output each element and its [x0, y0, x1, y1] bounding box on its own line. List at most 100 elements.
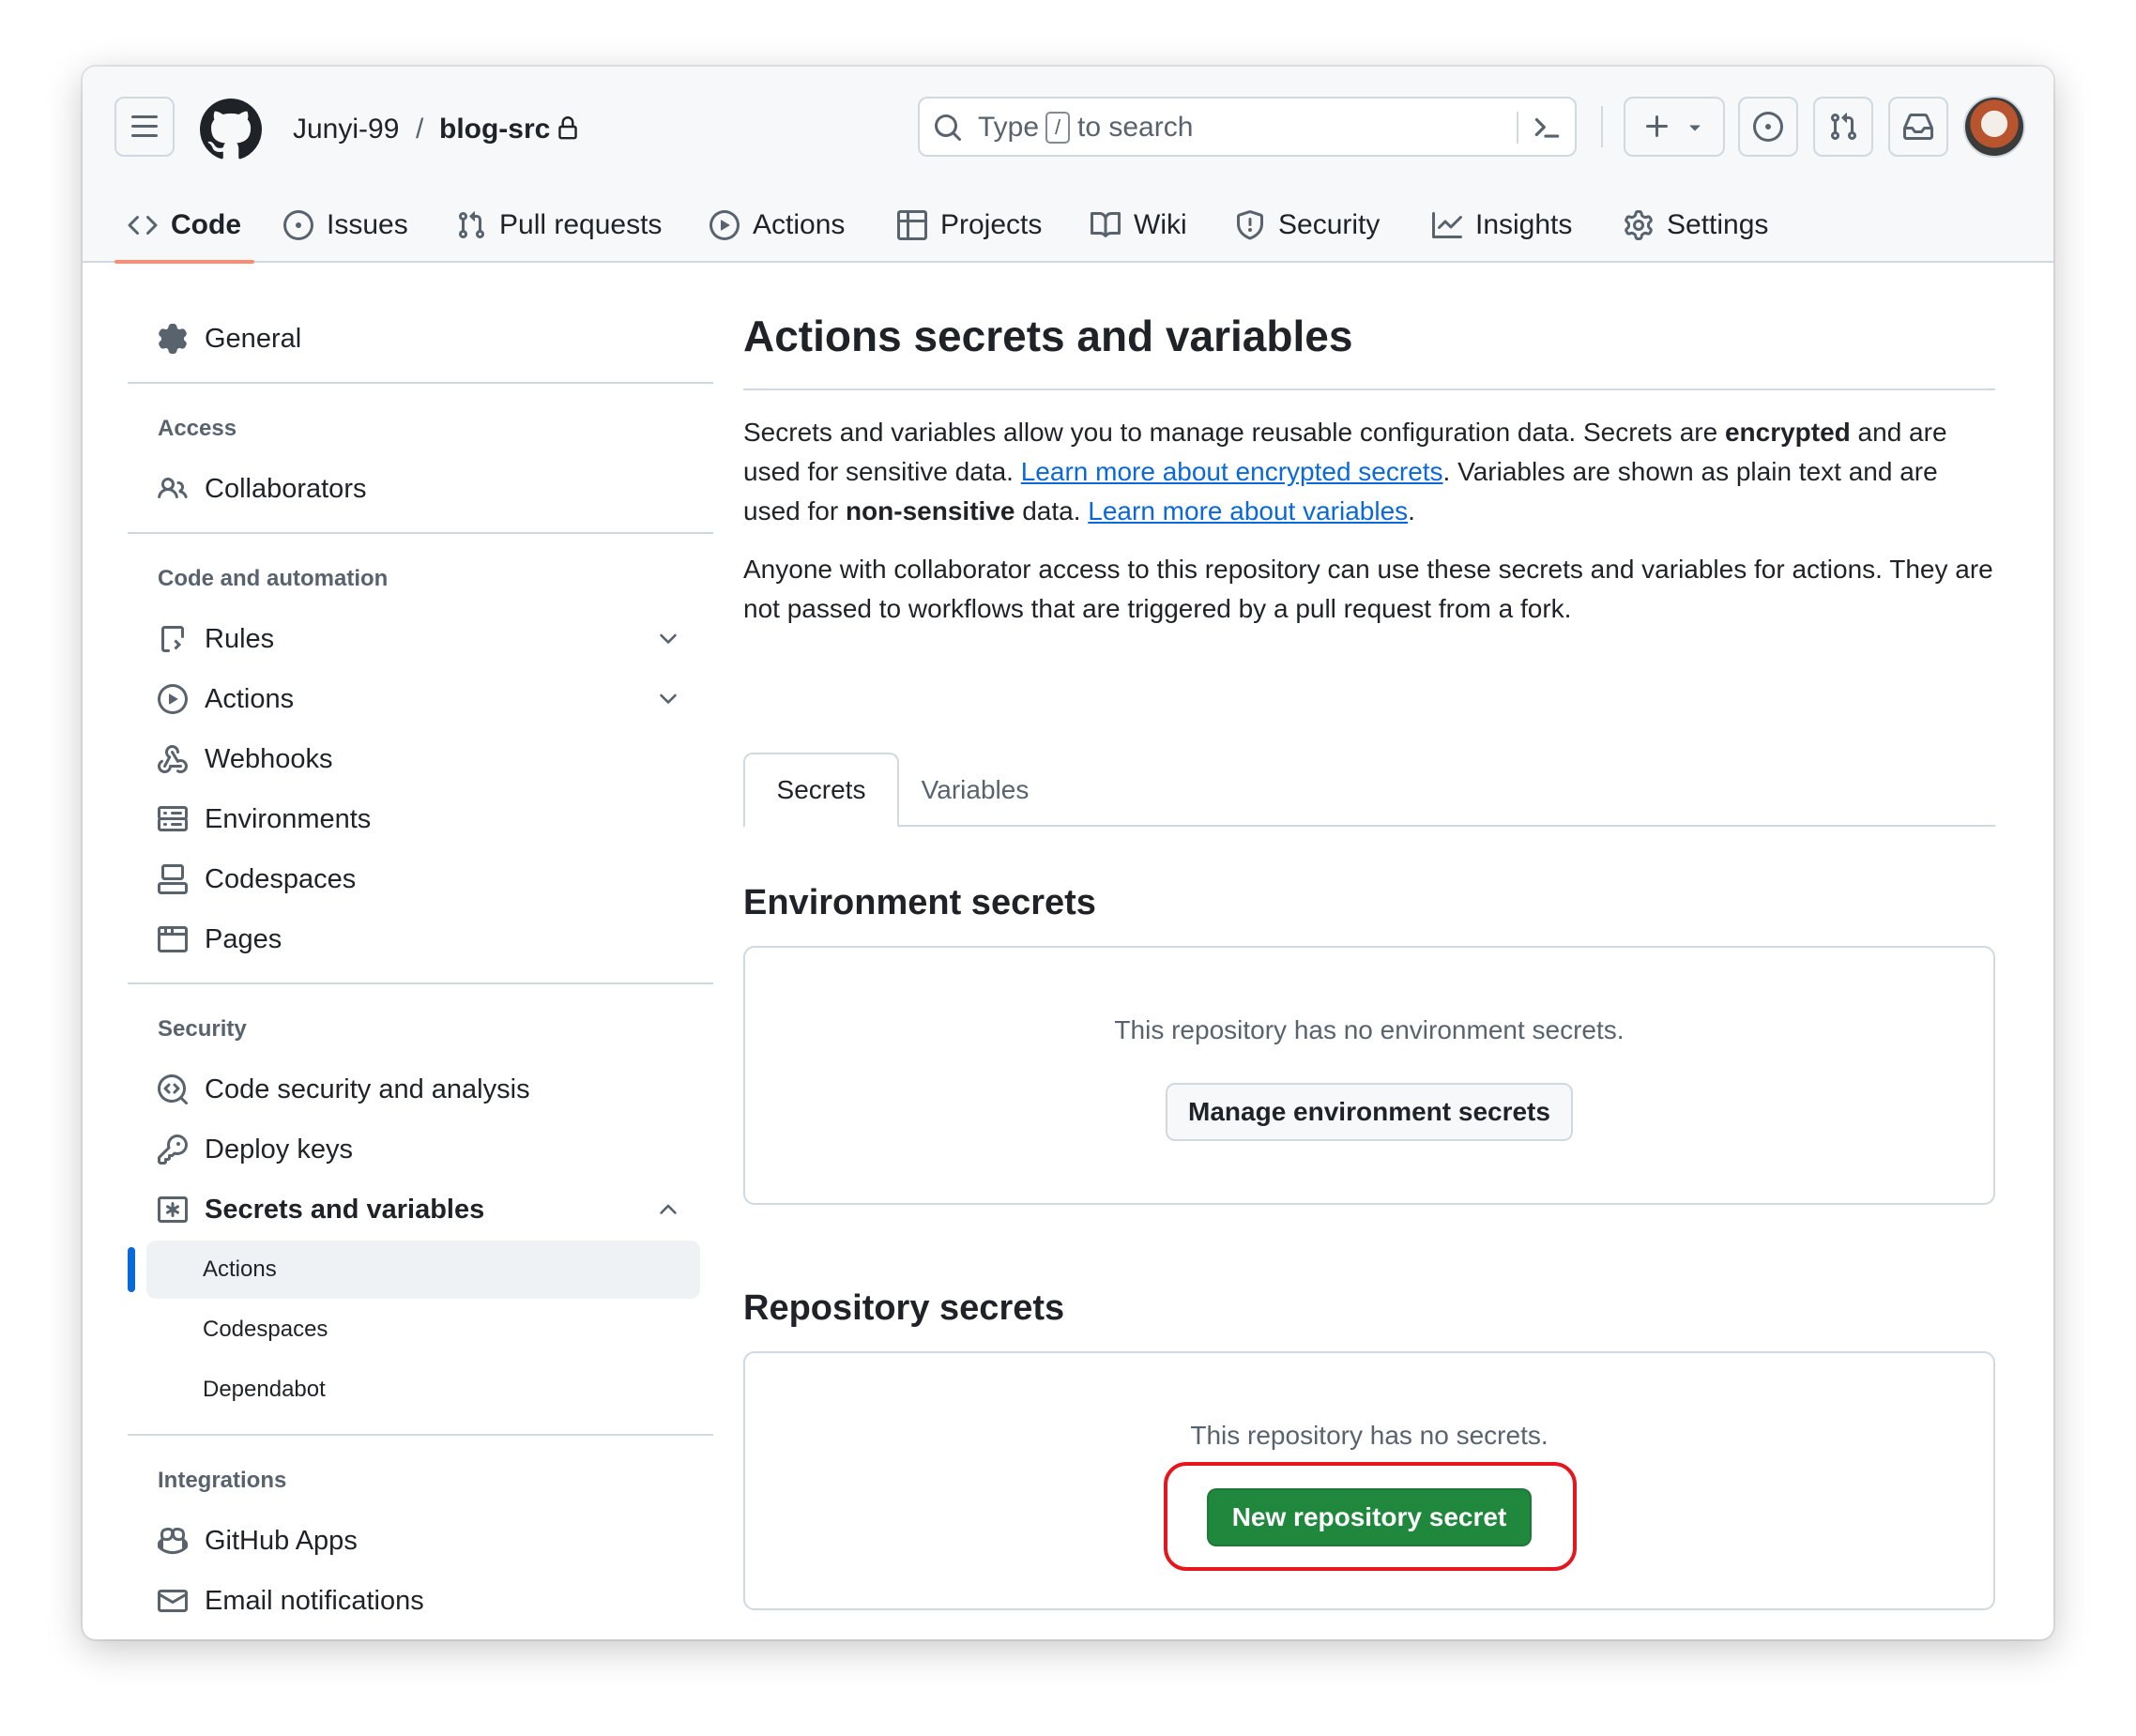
environment-secrets-empty: This repository has no environment secre…: [1114, 1015, 1625, 1044]
menu-button[interactable]: [114, 97, 175, 157]
asterisk-icon: [158, 1196, 188, 1223]
issues-button[interactable]: [1738, 97, 1798, 157]
inbox-icon: [1903, 114, 1933, 140]
user-avatar[interactable]: [1963, 96, 2025, 158]
command-palette-icon[interactable]: [1530, 112, 1564, 144]
server-icon: [158, 806, 188, 831]
sidebar-item-webhooks[interactable]: Webhooks: [158, 734, 333, 784]
learn-encrypted-secrets-link[interactable]: Learn more about encrypted secrets: [1021, 457, 1443, 486]
sidebar-subitem-label: Codespaces: [203, 1317, 328, 1342]
search-shortcut-key: /: [1045, 112, 1070, 144]
highlight-annotation: [1164, 1462, 1577, 1571]
search-divider: [1517, 112, 1518, 144]
manage-environment-secrets-button[interactable]: Manage environment secrets: [1166, 1083, 1573, 1141]
sidebar-item-label: Codespaces: [205, 863, 357, 894]
page-title: Actions secrets and variables: [743, 312, 1353, 360]
repo-name-link[interactable]: blog-src: [439, 109, 550, 150]
repository-secrets-empty: This repository has no secrets.: [1190, 1421, 1549, 1450]
chevron-down-icon[interactable]: [655, 626, 681, 652]
sidebar-heading-access: Access: [158, 416, 237, 441]
browser-window: Junyi-99 / blog-src Type / to search Cod…: [83, 67, 2053, 1639]
codespaces-icon: [158, 864, 188, 894]
sidebar-divider: [128, 382, 713, 384]
sidebar-subitem-dependabot[interactable]: Dependabot: [146, 1361, 700, 1419]
search-input[interactable]: Type / to search: [918, 97, 1577, 157]
sidebar-subitem-actions[interactable]: Actions: [146, 1241, 700, 1299]
sidebar-item-label: Actions: [205, 683, 295, 714]
breadcrumb-separator: /: [416, 114, 424, 145]
intro-text: data.: [1015, 496, 1089, 525]
header-divider: [1601, 106, 1603, 147]
create-new-button[interactable]: [1624, 97, 1725, 157]
tab-wiki[interactable]: Wiki: [1091, 187, 1187, 263]
tab-projects[interactable]: Projects: [897, 187, 1042, 263]
tab-pull-requests[interactable]: Pull requests: [456, 187, 662, 263]
tab-projects-label: Projects: [940, 208, 1043, 240]
search-icon: [935, 114, 962, 142]
sidebar-item-github-apps[interactable]: GitHub Apps: [158, 1515, 358, 1566]
chevron-down-icon[interactable]: [655, 686, 681, 712]
sidebar-item-environments[interactable]: Environments: [158, 794, 371, 845]
gear-icon: [159, 324, 187, 354]
sidebar-divider: [128, 1434, 713, 1436]
tab-code-label: Code: [171, 208, 241, 240]
intro-nonsensitive: non-sensitive: [845, 496, 1015, 525]
git-pull-request-icon: [1830, 113, 1857, 141]
sidebar-divider: [128, 982, 713, 984]
lock-icon: [558, 116, 577, 140]
sidebar-item-email-notifications[interactable]: Email notifications: [158, 1576, 424, 1626]
sidebar-item-secrets-and-variables[interactable]: Secrets and variables: [158, 1184, 484, 1235]
sidebar-item-collaborators[interactable]: Collaborators: [158, 464, 366, 514]
codescan-icon: [158, 1074, 188, 1104]
tab-security[interactable]: Security: [1235, 187, 1380, 263]
pull-requests-button[interactable]: [1813, 97, 1873, 157]
repo-header: Junyi-99 / blog-src Type / to search Cod…: [83, 67, 2053, 264]
sidebar-item-deploy-keys[interactable]: Deploy keys: [158, 1124, 353, 1175]
environment-secrets-heading: Environment secrets: [743, 883, 1096, 922]
sidebar-item-actions[interactable]: Actions: [158, 674, 294, 724]
sidebar-heading-security: Security: [158, 1016, 247, 1042]
repository-secrets-heading: Repository secrets: [743, 1288, 1065, 1328]
repo-owner-link[interactable]: Junyi-99: [293, 109, 399, 150]
tab-actions[interactable]: Actions: [709, 187, 845, 263]
sidebar-heading-code-automation: Code and automation: [158, 566, 389, 591]
sidebar-item-rules[interactable]: Rules: [158, 614, 274, 664]
sidebar-item-pages[interactable]: Pages: [158, 914, 282, 965]
tab-code[interactable]: Code: [114, 187, 254, 264]
sidebar-item-label: General: [205, 323, 302, 354]
plus-icon: [1646, 115, 1668, 137]
sidebar-item-codespaces[interactable]: Codespaces: [158, 854, 356, 905]
sidebar-item-label: Collaborators: [205, 473, 367, 504]
sidebar-subitem-codespaces[interactable]: Codespaces: [146, 1301, 700, 1359]
sidebar-item-general[interactable]: General: [158, 313, 301, 364]
search-placeholder-suffix: to search: [1077, 112, 1194, 143]
inbox-button[interactable]: [1888, 97, 1948, 157]
sidebar-item-label: Email notifications: [205, 1585, 424, 1616]
play-icon: [709, 209, 740, 240]
graph-icon: [1432, 211, 1462, 238]
sidebar-item-label: Rules: [205, 623, 275, 654]
access-note: Anyone with collaborator access to this …: [743, 555, 1993, 623]
tab-pull-requests-label: Pull requests: [499, 208, 663, 240]
github-logo-icon[interactable]: [200, 99, 262, 160]
copilot-app-icon: [158, 1527, 188, 1555]
sidebar-item-code-security[interactable]: Code security and analysis: [158, 1064, 530, 1115]
issue-icon: [283, 209, 313, 240]
learn-variables-link[interactable]: Learn more about variables: [1088, 496, 1408, 525]
sidebar-item-label: Deploy keys: [205, 1134, 353, 1165]
tab-settings[interactable]: Settings: [1624, 187, 1768, 263]
intro-encrypted: encrypted: [1724, 418, 1851, 447]
tab-variables[interactable]: Variables: [899, 753, 1051, 828]
chevron-up-icon[interactable]: [655, 1196, 681, 1223]
tab-insights[interactable]: Insights: [1432, 187, 1572, 263]
title-divider: [743, 388, 1995, 390]
sidebar-heading-integrations: Integrations: [158, 1468, 287, 1493]
sidebar-subitem-label: Actions: [203, 1256, 277, 1282]
table-icon: [897, 209, 927, 240]
mail-icon: [158, 1590, 188, 1612]
tab-issues[interactable]: Issues: [283, 187, 408, 263]
play-icon: [158, 684, 188, 714]
tab-secrets[interactable]: Secrets: [743, 753, 899, 828]
rules-icon: [161, 626, 184, 652]
tab-settings-label: Settings: [1667, 208, 1769, 240]
